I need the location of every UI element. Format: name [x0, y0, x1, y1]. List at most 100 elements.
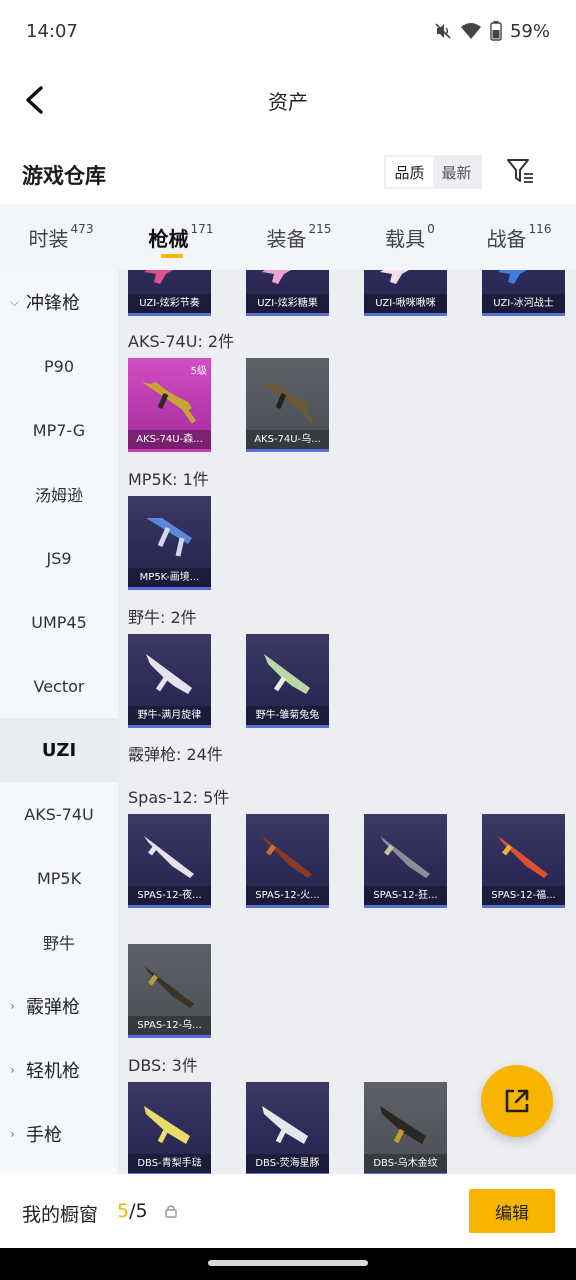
item-card[interactable]: SPAS-12-火... [246, 814, 329, 908]
item-name: UZI-啾咪啾咪 [364, 294, 447, 313]
item-card[interactable]: SPAS-12-乌... [128, 944, 211, 1038]
section-label-dbs: DBS: 3件 [128, 1056, 198, 1075]
edit-button[interactable]: 编辑 [469, 1189, 555, 1233]
item-card[interactable]: UZI-炫彩节奏 [128, 270, 211, 316]
item-card[interactable]: DBS-荧海星豚 [246, 1082, 329, 1174]
chevron-down-icon: ⌵ [10, 294, 20, 309]
sort-latest[interactable]: 最新 [433, 157, 480, 187]
tab-active-indicator [161, 254, 183, 258]
tab-count: 116 [528, 222, 552, 236]
item-name: UZI-炫彩糖果 [246, 294, 329, 313]
gun-image [144, 836, 194, 878]
showcase-count: 5/5 [117, 1200, 148, 1222]
gun-image [146, 518, 192, 557]
share-fab[interactable] [481, 1065, 553, 1137]
mute-icon [435, 23, 451, 39]
item-card[interactable]: UZI-啾咪啾咪 [364, 270, 447, 316]
nav-bar: 资产 [0, 62, 576, 138]
item-card[interactable]: AKS-74U-乌... [246, 358, 329, 452]
page-title: 资产 [268, 90, 308, 114]
sidebar-group-pistol[interactable]: › 手枪 [0, 1102, 118, 1166]
showcase-total: /5 [129, 1200, 148, 1222]
tab-count: 215 [308, 222, 332, 236]
tab-label: 枪械 [148, 226, 189, 251]
filter-button[interactable] [504, 155, 536, 187]
item-name: 野牛-雏菊兔兔 [246, 706, 329, 725]
sidebar-item-ump45[interactable]: UMP45 [0, 590, 118, 654]
gun-image [498, 270, 527, 284]
gun-image [380, 836, 430, 878]
gun-image [262, 270, 291, 284]
wifi-icon [460, 23, 481, 39]
item-card[interactable]: DBS-乌木金纹 [364, 1082, 447, 1174]
tab-label: 装备 [266, 226, 307, 251]
item-name: 野牛-满月旋律 [128, 706, 211, 725]
item-name: AKS-74U-森... [128, 430, 211, 449]
sidebar-item-label: 轻机枪 [26, 1061, 80, 1082]
battery-icon [490, 21, 502, 41]
item-card[interactable]: 野牛-雏菊兔兔 [246, 634, 329, 728]
chevron-right-icon: › [10, 1127, 15, 1141]
item-card[interactable]: SPAS-12-福... [482, 814, 565, 908]
sidebar-item-label: 冲锋枪 [26, 293, 80, 314]
tab-count: 171 [190, 222, 214, 236]
item-name: SPAS-12-福... [482, 886, 565, 905]
sort-quality[interactable]: 品质 [386, 157, 433, 187]
sidebar-group-smg[interactable]: ⌵ 冲锋枪 [0, 270, 118, 334]
gun-image [144, 270, 173, 284]
gun-image [260, 382, 315, 424]
share-external-icon [505, 1089, 529, 1113]
sidebar-group-lmg[interactable]: › 轻机枪 [0, 1038, 118, 1102]
sidebar-item-thompson[interactable]: 汤姆逊 [0, 462, 118, 526]
status-time: 14:07 [26, 20, 78, 42]
tab-label: 战备 [486, 226, 527, 251]
item-name: UZI-冰河战士 [482, 294, 565, 313]
filter-icon [507, 159, 533, 183]
gun-image [262, 836, 312, 878]
sidebar-item-js9[interactable]: JS9 [0, 526, 118, 590]
sidebar-item-uzi[interactable]: UZI [0, 718, 118, 782]
section-label-aks74u: AKS-74U: 2件 [128, 332, 235, 351]
gun-image [262, 1106, 308, 1144]
gun-image [144, 966, 194, 1008]
weapon-type-sidebar: ⌵ 冲锋枪 P90 MP7-G 汤姆逊 JS9 UMP45 Vector UZI … [0, 270, 118, 1174]
status-bar: 14:07 59% [0, 0, 576, 62]
home-indicator[interactable] [208, 1260, 368, 1266]
gun-image [264, 654, 310, 694]
sidebar-item-label: 霰弹枪 [26, 997, 80, 1018]
item-name: AKS-74U-乌... [246, 430, 329, 449]
battery-percent: 59% [509, 20, 550, 42]
tab-vehicles[interactable]: 载具 0 [358, 204, 462, 270]
sidebar-item-mp7g[interactable]: MP7-G [0, 398, 118, 462]
item-card[interactable]: 野牛-满月旋律 [128, 634, 211, 728]
sidebar-group-shotgun[interactable]: › 霰弹枪 [0, 974, 118, 1038]
sidebar-item-p90[interactable]: P90 [0, 334, 118, 398]
tab-label: 载具 [385, 226, 426, 251]
tab-count: 0 [427, 222, 435, 236]
lock-icon [165, 1205, 177, 1218]
tab-outfit[interactable]: 时装 473 [0, 204, 122, 270]
item-name: SPAS-12-火... [246, 886, 329, 905]
sidebar-item-aks74u[interactable]: AKS-74U [0, 782, 118, 846]
item-card[interactable]: SPAS-12-夜... [128, 814, 211, 908]
sidebar-item-mp5k[interactable]: MP5K [0, 846, 118, 910]
sort-toggle: 品质 最新 [384, 155, 482, 189]
gun-image [380, 1106, 426, 1144]
item-card[interactable]: UZI-炫彩糖果 [246, 270, 329, 316]
tab-equipment[interactable]: 装备 215 [240, 204, 358, 270]
sidebar-item-vector[interactable]: Vector [0, 654, 118, 718]
item-card[interactable]: UZI-冰河战士 [482, 270, 565, 316]
item-card[interactable]: SPAS-12-狂... [364, 814, 447, 908]
warehouse-title: 游戏仓库 [22, 164, 106, 188]
tab-guns[interactable]: 枪械 171 [122, 204, 240, 270]
tab-supplies[interactable]: 战备 116 [462, 204, 576, 270]
section-label-shotgun: 霰弹枪: 24件 [128, 745, 223, 764]
item-card[interactable]: DBS-青梨手琺 [128, 1082, 211, 1174]
gun-image [380, 270, 409, 284]
gun-image [144, 1106, 190, 1144]
section-label-bison: 野牛: 2件 [128, 608, 197, 627]
gun-image [498, 836, 548, 878]
item-card[interactable]: 5级 AKS-74U-森... [128, 358, 211, 452]
sidebar-item-bison[interactable]: 野牛 [0, 910, 118, 974]
item-card[interactable]: MP5K-画境... [128, 496, 211, 590]
